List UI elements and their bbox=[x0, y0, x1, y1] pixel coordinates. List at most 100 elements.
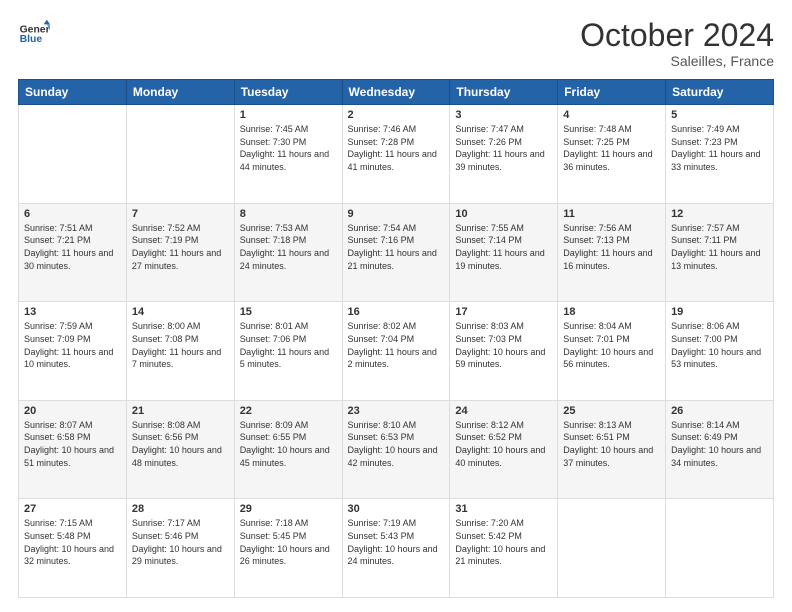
calendar-cell: 2 Sunrise: 7:46 AM Sunset: 7:28 PM Daylig… bbox=[342, 105, 450, 204]
day-info: Sunrise: 8:03 AM Sunset: 7:03 PM Dayligh… bbox=[455, 320, 552, 370]
calendar-week-1: 1 Sunrise: 7:45 AM Sunset: 7:30 PM Daylig… bbox=[19, 105, 774, 204]
calendar-cell: 4 Sunrise: 7:48 AM Sunset: 7:25 PM Daylig… bbox=[558, 105, 666, 204]
calendar-week-5: 27 Sunrise: 7:15 AM Sunset: 5:48 PM Dayli… bbox=[19, 499, 774, 598]
calendar-cell: 1 Sunrise: 7:45 AM Sunset: 7:30 PM Daylig… bbox=[234, 105, 342, 204]
calendar-cell: 19 Sunrise: 8:06 AM Sunset: 7:00 PM Dayli… bbox=[666, 302, 774, 401]
day-number: 4 bbox=[563, 109, 660, 121]
calendar-week-2: 6 Sunrise: 7:51 AM Sunset: 7:21 PM Daylig… bbox=[19, 203, 774, 302]
calendar-body: 1 Sunrise: 7:45 AM Sunset: 7:30 PM Daylig… bbox=[19, 105, 774, 598]
calendar-cell: 6 Sunrise: 7:51 AM Sunset: 7:21 PM Daylig… bbox=[19, 203, 127, 302]
day-number: 23 bbox=[348, 405, 445, 417]
calendar-cell: 23 Sunrise: 8:10 AM Sunset: 6:53 PM Dayli… bbox=[342, 400, 450, 499]
calendar-cell: 31 Sunrise: 7:20 AM Sunset: 5:42 PM Dayli… bbox=[450, 499, 558, 598]
day-info: Sunrise: 7:53 AM Sunset: 7:18 PM Dayligh… bbox=[240, 222, 337, 272]
day-number: 13 bbox=[24, 306, 121, 318]
month-title: October 2024 bbox=[580, 18, 774, 53]
calendar-cell: 18 Sunrise: 8:04 AM Sunset: 7:01 PM Dayli… bbox=[558, 302, 666, 401]
calendar-cell: 30 Sunrise: 7:19 AM Sunset: 5:43 PM Dayli… bbox=[342, 499, 450, 598]
day-number: 12 bbox=[671, 208, 768, 220]
day-info: Sunrise: 8:07 AM Sunset: 6:58 PM Dayligh… bbox=[24, 419, 121, 469]
calendar-cell: 21 Sunrise: 8:08 AM Sunset: 6:56 PM Dayli… bbox=[126, 400, 234, 499]
day-info: Sunrise: 7:48 AM Sunset: 7:25 PM Dayligh… bbox=[563, 123, 660, 173]
day-number: 24 bbox=[455, 405, 552, 417]
calendar-cell: 9Sunrise: 7:54 AM Sunset: 7:16 PM Daylig… bbox=[342, 203, 450, 302]
day-info: Sunrise: 7:20 AM Sunset: 5:42 PM Dayligh… bbox=[455, 517, 552, 567]
day-info: Sunrise: 7:55 AM Sunset: 7:14 PM Dayligh… bbox=[455, 222, 552, 272]
day-number: 8 bbox=[240, 208, 337, 220]
day-info: Sunrise: 7:15 AM Sunset: 5:48 PM Dayligh… bbox=[24, 517, 121, 567]
day-info: Sunrise: 7:51 AM Sunset: 7:21 PM Dayligh… bbox=[24, 222, 121, 272]
calendar-cell: 20 Sunrise: 8:07 AM Sunset: 6:58 PM Dayli… bbox=[19, 400, 127, 499]
day-info: Sunrise: 8:10 AM Sunset: 6:53 PM Dayligh… bbox=[348, 419, 445, 469]
calendar-cell: 27 Sunrise: 7:15 AM Sunset: 5:48 PM Dayli… bbox=[19, 499, 127, 598]
page-header: General Blue October 2024 Saleilles, Fra… bbox=[18, 18, 774, 69]
day-number: 3 bbox=[455, 109, 552, 121]
calendar-cell bbox=[126, 105, 234, 204]
logo-icon: General Blue bbox=[18, 18, 50, 50]
day-number: 17 bbox=[455, 306, 552, 318]
calendar-cell: 11Sunrise: 7:56 AM Sunset: 7:13 PM Dayli… bbox=[558, 203, 666, 302]
day-info: Sunrise: 7:49 AM Sunset: 7:23 PM Dayligh… bbox=[671, 123, 768, 173]
day-info: Sunrise: 7:45 AM Sunset: 7:30 PM Dayligh… bbox=[240, 123, 337, 173]
calendar-cell: 7 Sunrise: 7:52 AM Sunset: 7:19 PM Daylig… bbox=[126, 203, 234, 302]
calendar-cell: 22 Sunrise: 8:09 AM Sunset: 6:55 PM Dayli… bbox=[234, 400, 342, 499]
day-number: 18 bbox=[563, 306, 660, 318]
calendar-cell: 25 Sunrise: 8:13 AM Sunset: 6:51 PM Dayli… bbox=[558, 400, 666, 499]
day-number: 9 bbox=[348, 208, 445, 220]
calendar-cell bbox=[666, 499, 774, 598]
day-info: Sunrise: 7:17 AM Sunset: 5:46 PM Dayligh… bbox=[132, 517, 229, 567]
day-info: Sunrise: 7:47 AM Sunset: 7:26 PM Dayligh… bbox=[455, 123, 552, 173]
day-number: 5 bbox=[671, 109, 768, 121]
day-number: 14 bbox=[132, 306, 229, 318]
day-info: Sunrise: 8:08 AM Sunset: 6:56 PM Dayligh… bbox=[132, 419, 229, 469]
day-number: 21 bbox=[132, 405, 229, 417]
day-number: 26 bbox=[671, 405, 768, 417]
day-info: Sunrise: 7:59 AM Sunset: 7:09 PM Dayligh… bbox=[24, 320, 121, 370]
day-info: Sunrise: 8:09 AM Sunset: 6:55 PM Dayligh… bbox=[240, 419, 337, 469]
location: Saleilles, France bbox=[580, 53, 774, 69]
logo: General Blue bbox=[18, 18, 50, 50]
day-number: 20 bbox=[24, 405, 121, 417]
weekday-header-friday: Friday bbox=[558, 80, 666, 105]
day-info: Sunrise: 8:13 AM Sunset: 6:51 PM Dayligh… bbox=[563, 419, 660, 469]
weekday-header-saturday: Saturday bbox=[666, 80, 774, 105]
day-number: 19 bbox=[671, 306, 768, 318]
day-number: 27 bbox=[24, 503, 121, 515]
day-info: Sunrise: 8:01 AM Sunset: 7:06 PM Dayligh… bbox=[240, 320, 337, 370]
day-number: 29 bbox=[240, 503, 337, 515]
day-number: 2 bbox=[348, 109, 445, 121]
day-info: Sunrise: 7:46 AM Sunset: 7:28 PM Dayligh… bbox=[348, 123, 445, 173]
calendar-cell: 29 Sunrise: 7:18 AM Sunset: 5:45 PM Dayli… bbox=[234, 499, 342, 598]
calendar-cell: 10 Sunrise: 7:55 AM Sunset: 7:14 PM Dayli… bbox=[450, 203, 558, 302]
day-info: Sunrise: 7:56 AM Sunset: 7:13 PM Dayligh… bbox=[563, 222, 660, 272]
day-info: Sunrise: 7:19 AM Sunset: 5:43 PM Dayligh… bbox=[348, 517, 445, 567]
day-info: Sunrise: 8:14 AM Sunset: 6:49 PM Dayligh… bbox=[671, 419, 768, 469]
calendar-week-4: 20 Sunrise: 8:07 AM Sunset: 6:58 PM Dayli… bbox=[19, 400, 774, 499]
day-number: 25 bbox=[563, 405, 660, 417]
day-info: Sunrise: 8:12 AM Sunset: 6:52 PM Dayligh… bbox=[455, 419, 552, 469]
day-number: 7 bbox=[132, 208, 229, 220]
calendar-cell: 8 Sunrise: 7:53 AM Sunset: 7:18 PM Daylig… bbox=[234, 203, 342, 302]
calendar-table: SundayMondayTuesdayWednesdayThursdayFrid… bbox=[18, 79, 774, 598]
day-number: 16 bbox=[348, 306, 445, 318]
day-number: 15 bbox=[240, 306, 337, 318]
day-info: Sunrise: 8:04 AM Sunset: 7:01 PM Dayligh… bbox=[563, 320, 660, 370]
day-number: 31 bbox=[455, 503, 552, 515]
weekday-header-monday: Monday bbox=[126, 80, 234, 105]
calendar-cell: 13 Sunrise: 7:59 AM Sunset: 7:09 PM Dayli… bbox=[19, 302, 127, 401]
svg-text:Blue: Blue bbox=[20, 34, 43, 45]
weekday-header-sunday: Sunday bbox=[19, 80, 127, 105]
day-number: 30 bbox=[348, 503, 445, 515]
calendar-cell: 14 Sunrise: 8:00 AM Sunset: 7:08 PM Dayli… bbox=[126, 302, 234, 401]
day-info: Sunrise: 8:00 AM Sunset: 7:08 PM Dayligh… bbox=[132, 320, 229, 370]
day-number: 10 bbox=[455, 208, 552, 220]
day-info: Sunrise: 8:06 AM Sunset: 7:00 PM Dayligh… bbox=[671, 320, 768, 370]
day-number: 6 bbox=[24, 208, 121, 220]
day-info: Sunrise: 7:18 AM Sunset: 5:45 PM Dayligh… bbox=[240, 517, 337, 567]
weekday-header-thursday: Thursday bbox=[450, 80, 558, 105]
day-number: 22 bbox=[240, 405, 337, 417]
weekday-header-row: SundayMondayTuesdayWednesdayThursdayFrid… bbox=[19, 80, 774, 105]
day-info: Sunrise: 7:52 AM Sunset: 7:19 PM Dayligh… bbox=[132, 222, 229, 272]
calendar-cell: 5 Sunrise: 7:49 AM Sunset: 7:23 PM Daylig… bbox=[666, 105, 774, 204]
day-number: 1 bbox=[240, 109, 337, 121]
